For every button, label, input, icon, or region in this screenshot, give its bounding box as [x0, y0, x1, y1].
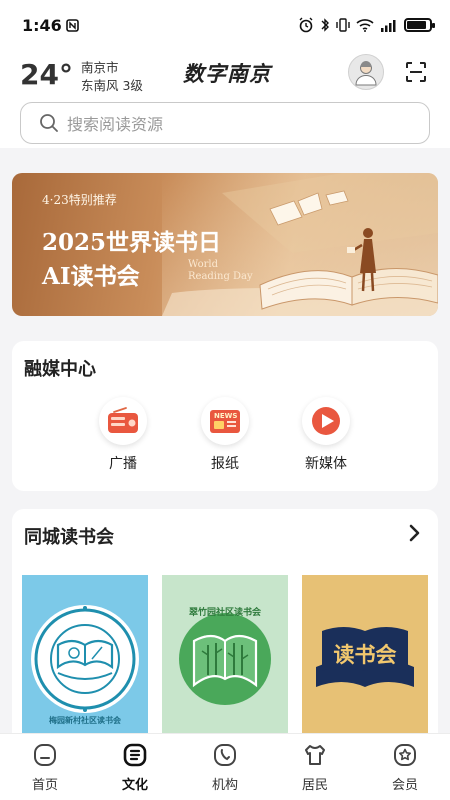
tab-culture[interactable]: 文化	[90, 734, 180, 800]
search-bar[interactable]: 搜索阅读资源	[20, 102, 430, 144]
tab-label-home: 首页	[31, 778, 58, 793]
culture-icon	[123, 743, 147, 767]
media-label-radio: 广播	[109, 456, 137, 472]
status-time: 1:46	[22, 15, 62, 35]
search-icon	[40, 114, 58, 132]
play-icon-wrap	[302, 397, 350, 445]
alarm-icon	[299, 17, 313, 33]
book-club-item[interactable]: 梅园新村社区读书会	[22, 575, 148, 735]
tab-label-institution: 机构	[211, 778, 238, 793]
newspaper-icon-wrap: NEWS	[201, 397, 249, 445]
member-star-icon	[394, 744, 416, 766]
vibrate-icon	[336, 18, 350, 32]
status-time-group: 1:46	[22, 16, 79, 35]
radio-icon	[108, 407, 138, 433]
media-label-newspaper: 报纸	[211, 456, 239, 472]
tab-label-culture: 文化	[121, 778, 148, 793]
app-header: 24° 南京市 东南风 3级 数字南京 搜索阅读资源	[0, 50, 450, 148]
book-club-item[interactable]: 读书会	[302, 575, 428, 735]
tab-member[interactable]: 会员	[360, 734, 450, 800]
banner-en-line1: World	[188, 259, 218, 270]
radio-icon-wrap	[99, 397, 147, 445]
signal-icon	[381, 20, 396, 32]
battery-icon	[404, 18, 435, 32]
club-badge-text: 翠竹园社区读书会	[188, 608, 261, 618]
banner-en-line2: Reading Day	[188, 271, 253, 282]
tab-resident[interactable]: 居民	[270, 734, 360, 800]
book-club-title: 同城读书会	[24, 527, 114, 548]
wifi-icon	[356, 19, 374, 32]
temperature: 24°	[20, 58, 73, 91]
city-name: 南京市	[80, 60, 119, 75]
tab-home[interactable]: 首页	[0, 734, 90, 800]
promo-banner[interactable]: 4·23特别推荐 2025世界读书日 AI读书会 World Reading D…	[12, 173, 438, 316]
play-icon	[312, 407, 340, 435]
resident-icon	[305, 745, 325, 765]
phone-icon	[214, 744, 236, 766]
chevron-right-icon[interactable]	[408, 523, 422, 543]
app-logo-title: 数字南京	[183, 61, 271, 86]
weather-widget[interactable]: 24° 南京市 东南风 3级	[20, 58, 143, 95]
banner-title-line2: AI读书会	[42, 263, 140, 290]
nfc-icon	[65, 18, 79, 32]
bottom-tab-bar: 首页 文化 机构 居民 会员	[0, 733, 450, 800]
media-item-radio[interactable]: 广播	[88, 397, 158, 473]
club-badge-text: 读书会	[333, 642, 397, 667]
user-avatar[interactable]	[348, 54, 384, 90]
media-item-new-media[interactable]: 新媒体	[291, 397, 361, 473]
status-icons	[298, 17, 435, 33]
status-bar: 1:46	[0, 0, 450, 50]
tab-institution[interactable]: 机构	[180, 734, 270, 800]
banner-subtitle-en: World Reading Day	[188, 259, 253, 283]
club-badge-text: 梅园新村社区读书会	[49, 716, 121, 725]
scan-icon[interactable]	[404, 60, 428, 84]
banner-tag: 4·23特别推荐	[42, 193, 117, 207]
tab-label-resident: 居民	[301, 778, 328, 793]
banner-title-line1: 2025世界读书日	[42, 229, 222, 256]
wind-info: 东南风 3级	[80, 78, 143, 93]
media-item-newspaper[interactable]: NEWS 报纸	[190, 397, 260, 473]
book-club-item[interactable]: 翠竹园社区读书会	[162, 575, 288, 735]
club-badge-meiyuan	[31, 605, 139, 713]
media-center-title: 融媒中心	[24, 359, 96, 380]
svg-text:NEWS: NEWS	[214, 412, 237, 420]
book-club-card: 同城读书会 梅园新村社区读书会 翠竹园社区读书会 读书会	[12, 509, 438, 749]
weather-info: 南京市 东南风 3级	[81, 58, 143, 95]
bluetooth-icon	[321, 18, 329, 32]
tab-label-member: 会员	[391, 778, 418, 793]
media-center-card: 融媒中心 广播 NEWS 报纸 新媒体	[12, 341, 438, 491]
avatar-person-icon	[355, 61, 377, 86]
home-icon	[34, 744, 56, 766]
club-badge-cuizhuyuan	[179, 613, 271, 705]
search-placeholder: 搜索阅读资源	[67, 115, 164, 134]
media-label-new-media: 新媒体	[305, 456, 347, 472]
newspaper-icon: NEWS	[210, 410, 240, 433]
